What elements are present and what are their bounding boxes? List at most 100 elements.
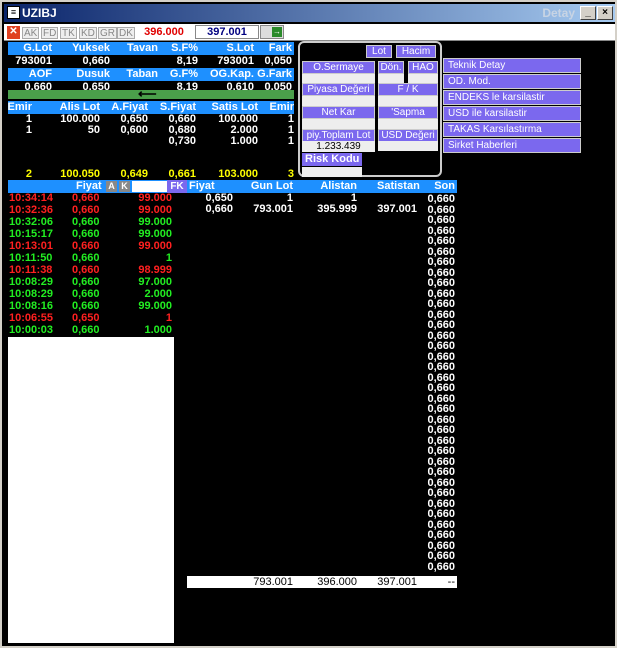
tab-kd[interactable]: KD bbox=[79, 27, 97, 39]
quote-v1-0: 793001 bbox=[15, 55, 52, 67]
fk-value bbox=[378, 96, 438, 106]
close-icon[interactable]: ✕ bbox=[7, 26, 20, 39]
tab-dk[interactable]: DK bbox=[117, 27, 135, 39]
price-box-2[interactable]: 397.001 bbox=[195, 25, 259, 39]
don-button[interactable]: Dön. bbox=[378, 61, 404, 74]
trade-lot: 99.000 bbox=[138, 192, 172, 204]
trade-time: 10:06:55 bbox=[9, 312, 54, 324]
trade-row[interactable]: 10:13:01 0,660 99.000 bbox=[8, 241, 174, 252]
trade-lot: 99.000 bbox=[138, 228, 172, 240]
depth-total: 2 100.050 0,649 0,661 103.000 3 bbox=[8, 168, 294, 180]
close-button[interactable]: × bbox=[597, 6, 613, 20]
go-arrow-icon[interactable]: → bbox=[272, 27, 282, 37]
app-icon[interactable]: ≡ bbox=[7, 6, 20, 19]
stats-footer-3: -- bbox=[447, 576, 455, 588]
trade-row[interactable]: 10:15:17 0,660 99.000 bbox=[8, 229, 174, 240]
lot-button[interactable]: Lot bbox=[366, 45, 392, 58]
depth-cell: 1 bbox=[287, 135, 294, 147]
stats-cell: 0,660 bbox=[205, 203, 233, 215]
trade-time: 10:13:01 bbox=[9, 240, 54, 252]
stats-header-2[interactable]: Alistan bbox=[307, 180, 357, 193]
trade-lot: 1 bbox=[165, 312, 172, 324]
depth-cell: 1.000 bbox=[230, 135, 258, 147]
trade-price: 0,660 bbox=[72, 192, 100, 204]
arrow-left-icon: ⟵ bbox=[138, 86, 157, 101]
stats-header-1[interactable]: Gun Lot bbox=[237, 180, 293, 193]
tab-gr[interactable]: GR bbox=[98, 27, 117, 39]
window-title: UZIBJ bbox=[22, 6, 57, 20]
trade-lot: 1.000 bbox=[144, 324, 172, 336]
quote-h1-4: S.Lot bbox=[226, 42, 255, 54]
quote-v1-1: 0,660 bbox=[82, 55, 110, 67]
quote-h2-3: G.F% bbox=[169, 68, 198, 80]
trade-time: 10:00:03 bbox=[9, 324, 54, 336]
trade-row[interactable]: 10:08:29 0,660 2.000 bbox=[8, 289, 174, 300]
trade-time: 10:11:38 bbox=[9, 264, 53, 276]
sermaye-button[interactable]: O.Sermaye bbox=[302, 61, 375, 74]
trade-price: 0,660 bbox=[72, 288, 100, 300]
trade-time: 10:08:16 bbox=[9, 300, 54, 312]
depth-rows: 1 100.000 0,650 0,660 100.000 1 1 50 0,600 0,680 2… bbox=[8, 113, 294, 173]
sapma-button[interactable]: 'Sapma bbox=[378, 106, 438, 119]
risk-value bbox=[302, 167, 362, 177]
trade-row[interactable]: 10:11:50 0,660 1 bbox=[8, 253, 174, 264]
quote-v1-4: 793001 bbox=[217, 55, 254, 67]
stats-footer: 793.001 396.000 397.001 -- bbox=[187, 576, 457, 588]
trade-time: 10:08:29 bbox=[9, 276, 54, 288]
a-button[interactable]: A bbox=[106, 181, 117, 192]
menu-item-4[interactable]: TAKAS Karsılastırma bbox=[443, 122, 581, 137]
info-panel: Lot Hacim O.Sermaye Dön. HAO Piyasa Değe… bbox=[298, 41, 442, 177]
k-button[interactable]: K bbox=[119, 181, 130, 192]
depth-row: 1 50 0,600 0,680 2.000 1 bbox=[8, 124, 294, 136]
detail-label: Detay bbox=[542, 6, 575, 20]
trade-row[interactable]: 10:11:38 0,660 98.999 bbox=[8, 265, 174, 276]
quote-h2-1: Dusuk bbox=[76, 68, 110, 80]
tab-tk[interactable]: TK bbox=[60, 27, 77, 39]
trade-price: 0,660 bbox=[72, 228, 100, 240]
risk-button[interactable]: Risk Kodu bbox=[302, 153, 362, 166]
trade-row[interactable]: 10:34:14 0,660 99.000 bbox=[8, 193, 174, 204]
trade-row[interactable]: 10:08:16 0,660 99.000 bbox=[8, 301, 174, 312]
trade-price: 0,660 bbox=[72, 216, 100, 228]
stats-cell: 395.999 bbox=[317, 203, 357, 215]
trade-price: 0,660 bbox=[72, 252, 100, 264]
toolbar: ✕ AK FD TK KD GR DK 396.000 397.001 → bbox=[4, 24, 615, 41]
trade-row[interactable]: 10:32:06 0,660 99.000 bbox=[8, 217, 174, 228]
trade-row[interactable]: 10:32:36 0,660 99.000 bbox=[8, 205, 174, 216]
tab-ak[interactable]: AK bbox=[22, 27, 40, 39]
trade-row[interactable]: 10:06:55 0,650 1 bbox=[8, 313, 174, 324]
son-value: 0,660 bbox=[427, 560, 455, 573]
hacim-button[interactable]: Hacim bbox=[396, 45, 436, 58]
stats-cell: 793.001 bbox=[253, 203, 293, 215]
stats-header-4[interactable]: Son bbox=[427, 180, 455, 193]
trades-fiyat-header: Fiyat bbox=[76, 180, 102, 192]
trade-row[interactable]: 10:00:03 0,660 1.000 bbox=[8, 325, 174, 336]
trade-lot: 99.000 bbox=[138, 240, 172, 252]
menu-item-3[interactable]: USD ile karsilastir bbox=[443, 106, 581, 121]
stats-header-3[interactable]: Satistan bbox=[377, 180, 420, 193]
trade-time: 10:34:14 bbox=[9, 192, 54, 204]
hao-button[interactable]: HAO bbox=[408, 61, 438, 74]
menu-item-1[interactable]: OD. Mod. bbox=[443, 74, 581, 89]
title-bar[interactable]: ≡ UZIBJ Detay _ × bbox=[4, 4, 615, 22]
trades-filter-input[interactable] bbox=[132, 181, 168, 192]
depth-row: 1 100.000 0,650 0,660 100.000 1 bbox=[8, 113, 294, 125]
trade-lot: 98.999 bbox=[138, 264, 172, 276]
trade-lot: 99.000 bbox=[138, 204, 172, 216]
quote-h1-1: Yuksek bbox=[72, 42, 110, 54]
quote-h1-5: Fark bbox=[268, 42, 292, 54]
piyasa-button[interactable]: Piyasa Değeri bbox=[302, 83, 375, 96]
trade-price: 0,650 bbox=[72, 312, 100, 324]
menu-item-0[interactable]: Teknik Detay bbox=[443, 58, 581, 73]
quote-h2-0: AOF bbox=[28, 68, 52, 80]
trade-row[interactable]: 10:08:29 0,660 97.000 bbox=[8, 277, 174, 288]
menu-item-2[interactable]: ENDEKS le karsilastir bbox=[443, 90, 581, 105]
menu-item-5[interactable]: Sirket Haberleri bbox=[443, 138, 581, 153]
price-box-1: 396.000 bbox=[144, 26, 184, 38]
fk-button[interactable]: F / K bbox=[378, 83, 438, 96]
quote-h2-5: G.Fark bbox=[257, 68, 292, 80]
tab-fd[interactable]: FD bbox=[41, 27, 59, 39]
minimize-button[interactable]: _ bbox=[580, 6, 596, 20]
netkar-button[interactable]: Net Kar bbox=[302, 106, 375, 119]
quote-h2-2: Taban bbox=[126, 68, 158, 80]
